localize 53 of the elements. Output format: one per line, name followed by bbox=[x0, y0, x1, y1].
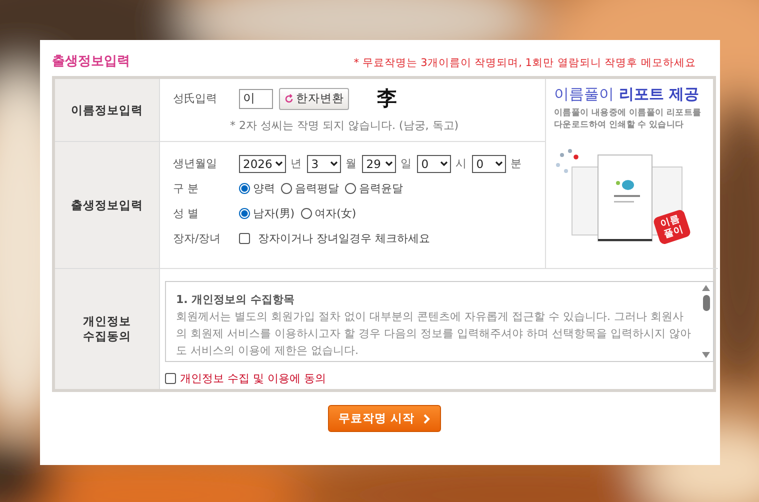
row-label: 개인정보 수집동의 bbox=[82, 314, 132, 344]
option-label: 음력평달 bbox=[295, 181, 339, 196]
option-label: 여자(女) bbox=[314, 206, 356, 221]
radio-button[interactable] bbox=[281, 183, 292, 194]
checkbox-label: 개인정보 수집 및 이용에 동의 bbox=[180, 371, 326, 386]
date-select[interactable]: 0 bbox=[417, 154, 452, 172]
date-select[interactable]: 29 bbox=[362, 154, 396, 172]
scroll-up-icon[interactable] bbox=[702, 285, 710, 291]
section-title: 출생정보입력 bbox=[52, 53, 130, 70]
convert-button[interactable]: 한자변환 bbox=[279, 88, 349, 110]
field-label: 장자/장녀 bbox=[173, 231, 222, 246]
field-label: 구 분 bbox=[173, 181, 200, 196]
option-label: 남자(男) bbox=[253, 206, 295, 221]
chevron-down-icon bbox=[275, 160, 284, 166]
option-label: 음력윤달 bbox=[359, 181, 403, 196]
date-select[interactable]: 3 bbox=[307, 154, 342, 172]
terms-heading: 1. 개인정보의 수집항목 bbox=[176, 292, 296, 308]
row-label: 출생정보입력 bbox=[71, 198, 143, 212]
chevron-right-icon bbox=[422, 414, 430, 424]
unit-label: 년 bbox=[290, 156, 302, 171]
radio-button[interactable] bbox=[300, 208, 312, 219]
surname-field[interactable]: 이 bbox=[239, 88, 273, 108]
unit-label: 월 bbox=[345, 156, 356, 171]
unit-label: 일 bbox=[400, 156, 412, 171]
field-label: 생년월일 bbox=[173, 156, 218, 171]
terms-text-area[interactable]: 1. 개인정보의 수집항목 회원께서는 별도의 회원가입 절차 없이 대부분의 콘텐츠에 자유롭게 접근할 수 있습니다. 그러나 회원사의 회원제 서비스를 이용하시고자 할 경우 다음의 정보를 입력해주셔야 하며 선택항목을 입력하시지 않아도 서비스의 이용에 제한은 없습니다. bbox=[165, 281, 714, 362]
checkbox[interactable] bbox=[165, 373, 176, 384]
radio-button[interactable] bbox=[239, 208, 250, 219]
date-select[interactable]: 0 bbox=[472, 154, 506, 172]
chevron-down-icon bbox=[495, 160, 504, 166]
promo-title: 이름풀이 리포트 제공 bbox=[554, 85, 700, 104]
chevron-down-icon bbox=[440, 160, 448, 166]
option-label: 양력 bbox=[253, 181, 275, 196]
terms-text: 회원께서는 별도의 회원가입 절차 없이 대부분의 콘텐츠에 자유롭게 접근할 수 있습니다. 그러나 회원사의 회원제 서비스를 이용하시고자 할 경우 다음의 정보를 입력해주셔야 하며 선택항목을 입력하시지 않아도 서비스의 이용에 제한은 없습니다. bbox=[176, 310, 691, 357]
date-select[interactable]: 2026 bbox=[239, 154, 286, 172]
unit-label: 시 bbox=[455, 156, 466, 171]
field-label: 성 별 bbox=[173, 206, 200, 221]
chevron-down-icon bbox=[330, 160, 338, 166]
refresh-icon bbox=[284, 94, 294, 104]
radio-button[interactable] bbox=[345, 183, 356, 194]
checkbox[interactable] bbox=[239, 233, 250, 244]
chevron-down-icon bbox=[385, 160, 394, 166]
promo-text: 이름풀이 내용중에 이름풀이 리포트를 다운로드하여 인쇄할 수 있습니다 bbox=[554, 107, 702, 131]
unit-label: 분 bbox=[510, 156, 522, 171]
scroll-down-icon[interactable] bbox=[702, 352, 710, 358]
hanja-character: 李 bbox=[377, 85, 397, 112]
notice-text: * 무료작명는 3개이름이 작명되며, 1회만 열람되니 작명후 메모하세요 bbox=[354, 56, 696, 70]
radio-button[interactable] bbox=[239, 183, 250, 194]
note-text: * 2자 성씨는 작명 되지 않습니다. (남궁, 독고) bbox=[230, 118, 460, 133]
field-label: 성氏입력 bbox=[173, 91, 218, 106]
scrollbar-thumb[interactable] bbox=[702, 295, 710, 311]
checkbox-label: 장자이거나 장녀일경우 체크하세요 bbox=[258, 231, 430, 246]
row-label: 이름정보입력 bbox=[71, 102, 143, 118]
